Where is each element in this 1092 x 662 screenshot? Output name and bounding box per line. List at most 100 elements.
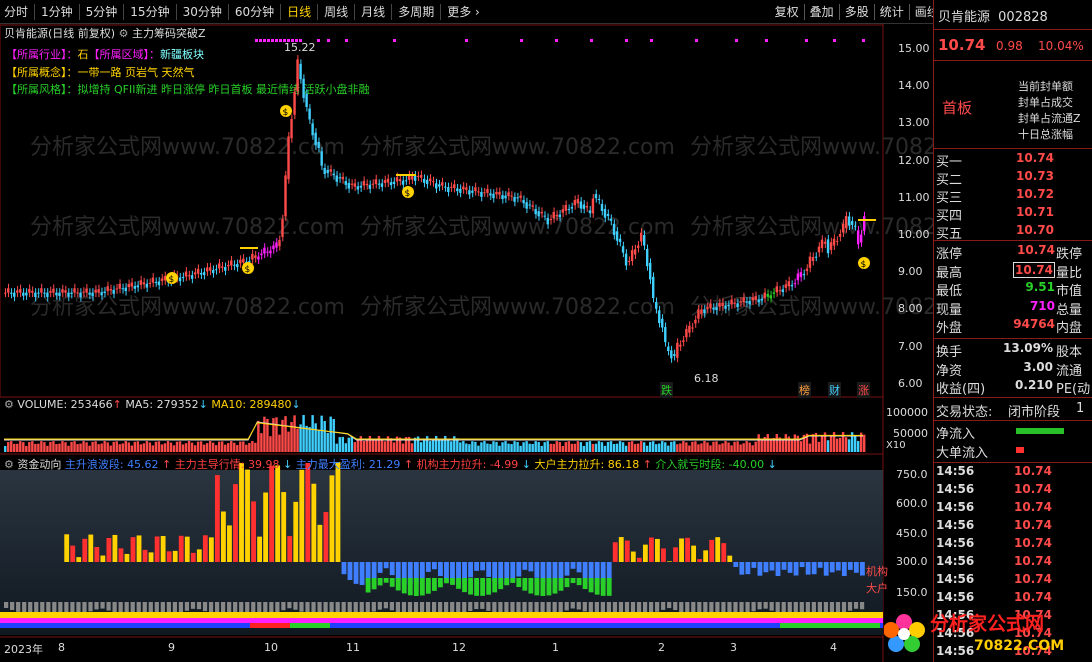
fund-bar [570,562,576,569]
tick-time: 14:56 [936,482,975,496]
fund-grey-bar [763,602,768,609]
candle-body [70,292,73,294]
volume-bar [380,439,384,452]
volume-bar [115,441,118,452]
toolbar-button-0[interactable]: 复权 [770,0,804,24]
candle-body [347,182,351,189]
fund-grey-bar [82,602,87,614]
fund-bar [757,562,763,576]
price-tick-7: 8.00 [898,302,923,316]
fund-bar [703,550,709,562]
candle-body [757,299,760,303]
volume-bar [715,441,718,452]
candle-body [236,264,239,268]
volume-bar [676,444,679,452]
candle-body [248,261,251,263]
candle-body [438,184,441,187]
candle-body [609,218,613,221]
volume-settings-icon[interactable]: ⚙ [4,398,14,411]
volume-bar [91,441,94,452]
tab-period-1[interactable]: 1分钟 [37,0,77,24]
fund-bar [522,562,528,570]
candle-body [109,289,112,291]
date-tick-0: 2023年 [4,643,43,656]
candle-body [49,291,52,293]
volume-bar [13,443,16,452]
fund-bar [618,537,624,562]
fund-settings-icon[interactable]: ⚙ [4,458,17,471]
candle-body [486,189,489,193]
stat-key: 最低 [936,284,963,299]
trade-status-row: 交易状态: 闭市阶段 1 [934,401,1092,420]
candle-body [52,288,55,293]
volume-bar [314,423,317,452]
tab-period-2[interactable]: 5分钟 [82,0,122,24]
fund-grey-bar [371,602,376,612]
fund-grey-bar [679,602,684,612]
candle-body [335,175,338,182]
candle-body [507,192,510,197]
volume-bar [166,441,170,452]
signal-dot [271,39,274,42]
volume-bar [214,445,218,452]
candle-body [217,263,221,269]
volume-bar [652,441,655,452]
stat-key: 外盘 [936,321,963,336]
volume-bar [673,441,676,452]
tick-row-0: 14:56 10.74 [934,464,1092,482]
candle-body [154,282,158,284]
toolbar-button-2[interactable]: 多股 [840,0,874,24]
tab-period-4[interactable]: 30分钟 [179,0,226,24]
volume-bar [718,444,721,452]
stock-name: 贝肯能源 [938,10,991,25]
volume-bar [305,425,308,452]
candle-body [597,199,601,201]
candle-body [673,354,676,356]
candle-body [531,205,534,207]
candle-body [787,281,791,287]
volume-bar [627,441,631,452]
candle-body [43,292,46,294]
tab-period-6[interactable]: 日线 [283,0,315,24]
fund-item-label-1: 主力主导行情: [171,458,248,471]
fund-green-bar [582,578,588,590]
volume-bar [462,441,465,452]
fund-bar [184,536,190,562]
tab-separator [78,3,80,20]
tab-period-10[interactable]: 更多 › [443,0,484,24]
candle-body [64,290,67,293]
volume-bar [618,441,622,452]
signal-bang-badge: 榜 [798,382,811,398]
fund-grey-bar [745,602,750,614]
candle-body [664,327,667,343]
chart-canvas[interactable]: 分析家公式网www.70822.com 分析家公式网www.70822.com 分析… [0,24,933,662]
stat-key2: 跌停 [1056,247,1083,262]
tab-period-9[interactable]: 多周期 [394,0,438,24]
candle-body [510,195,513,197]
tab-period-0[interactable]: 分时 [0,0,32,24]
tab-period-3[interactable]: 15分钟 [126,0,173,24]
tab-period-8[interactable]: 月线 [357,0,389,24]
volume-label: VOLUME: [17,398,68,411]
volume-bar [534,441,537,452]
volume-bar [269,436,272,452]
toolbar-button-1[interactable]: 叠加 [805,0,839,24]
tab-separator [280,3,282,20]
fund-green-bar [462,578,467,593]
tab-separator [354,3,356,20]
tab-period-5[interactable]: 60分钟 [231,0,278,24]
fund-bar [486,562,492,577]
volume-bar [157,441,161,452]
fund-bar [679,538,684,562]
candle-body [139,280,143,285]
watermark-text: 分析家公式网www.70822.com [30,215,345,240]
tab-separator [175,3,177,20]
volume-bar [365,439,369,452]
candle-body [474,187,477,192]
tab-period-7[interactable]: 周线 [320,0,352,24]
volume-bar [130,445,134,452]
toolbar-button-3[interactable]: 统计 [875,0,909,24]
volume-bar [757,434,760,452]
volume-bar [564,442,568,452]
candle-body [685,329,688,338]
